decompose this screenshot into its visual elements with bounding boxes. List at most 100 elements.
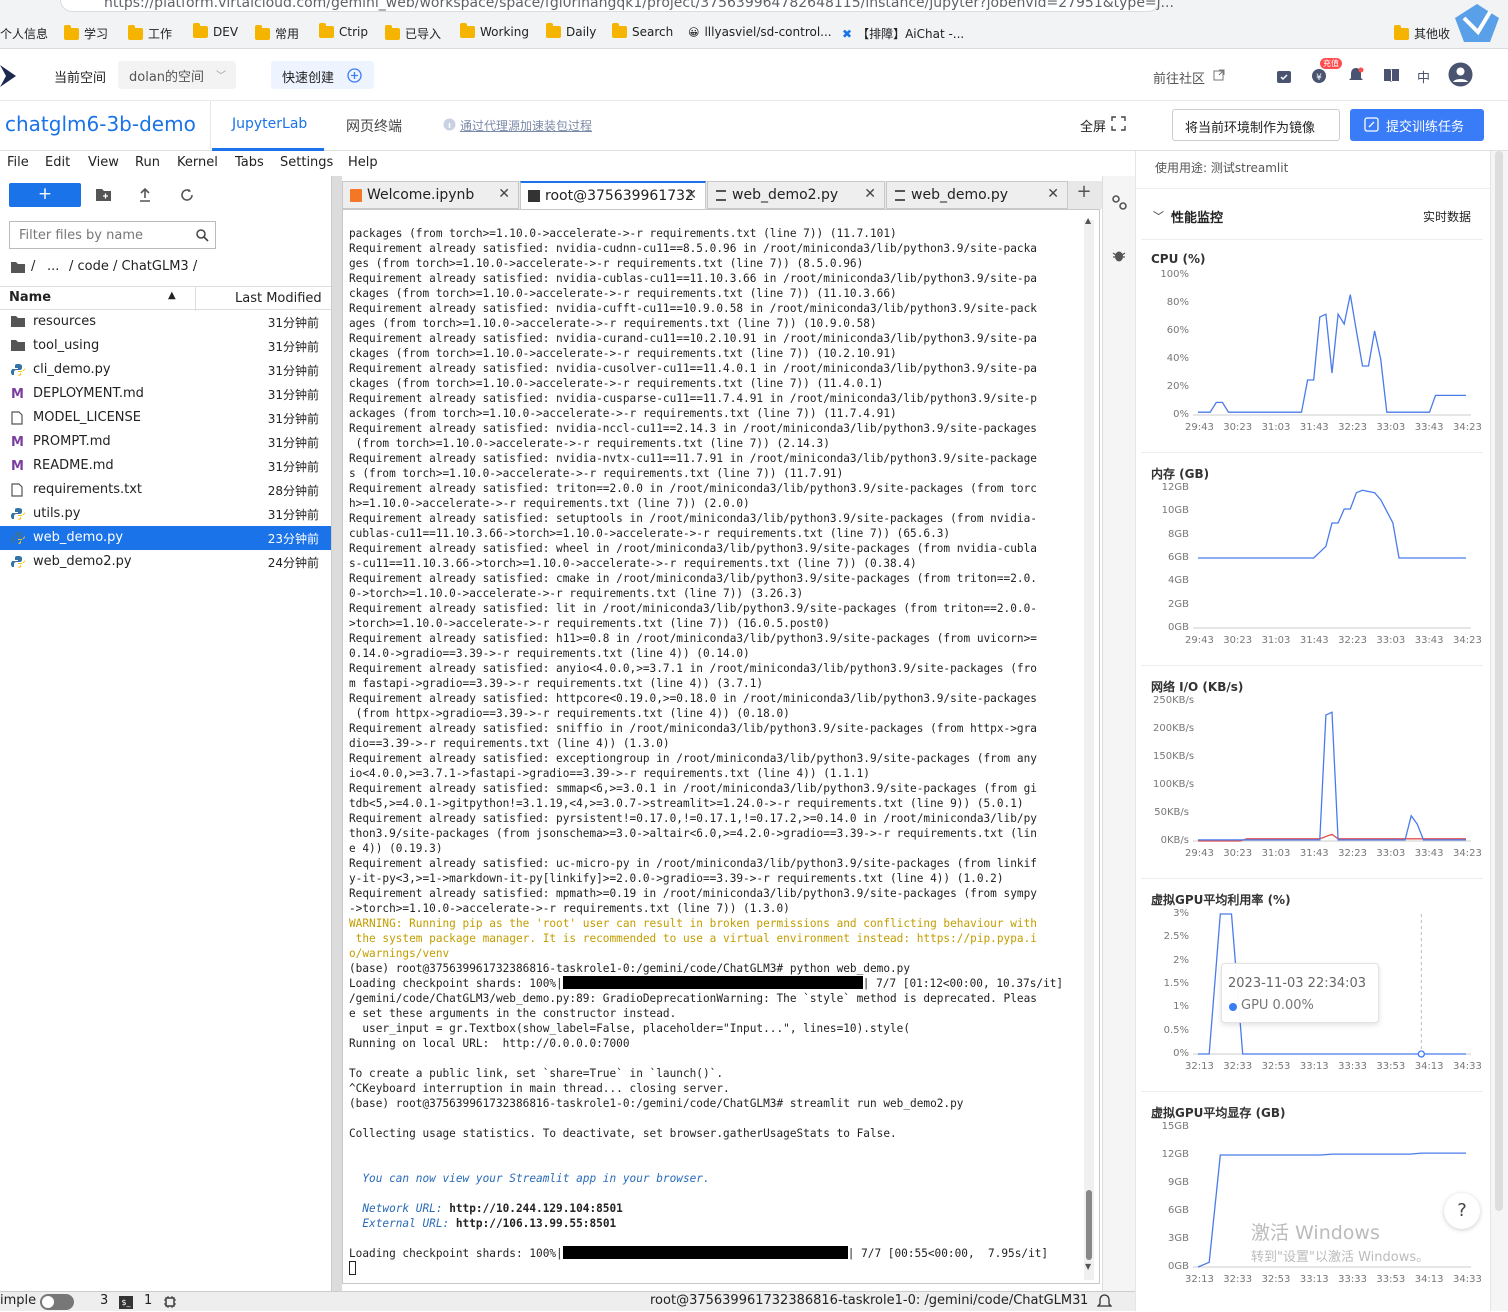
menu-settings[interactable]: Settings	[280, 155, 333, 170]
external-url[interactable]: http://106.13.99.55:8501	[456, 1217, 616, 1230]
debugger-icon[interactable]	[1112, 248, 1126, 263]
file-row[interactable]: web_demo.py 23分钟前	[0, 526, 331, 550]
terminal-line: Requirement already satisfied: nvidia-cu…	[349, 242, 1037, 255]
scrollbar-thumb[interactable]	[1086, 1190, 1092, 1260]
bell-icon[interactable]	[1097, 1294, 1112, 1310]
terminal-line: cublas-cu11==11.10.3.66->torch>=1.10.0->…	[349, 527, 951, 540]
calendar-check-icon[interactable]	[1276, 68, 1292, 84]
close-icon[interactable]: ✕	[685, 187, 697, 203]
breadcrumb-root[interactable]: /	[31, 259, 35, 274]
book-icon[interactable]	[1383, 68, 1400, 82]
terminal-scrollbar[interactable]: ▲ ▼	[1084, 216, 1094, 1280]
bell-icon[interactable]	[1348, 67, 1364, 84]
bookmark-item[interactable]: Ctrip	[319, 23, 368, 39]
page-scrollbar[interactable]	[1490, 151, 1508, 1311]
file-row[interactable]: cli_demo.py 31分钟前	[0, 358, 331, 382]
new-launcher-button[interactable]: +	[9, 183, 81, 207]
column-modified-header[interactable]: Last Modified	[235, 291, 322, 306]
fullscreen-button[interactable]: 全屏	[1080, 116, 1106, 135]
terminal-line: e set these arguments in the constructor…	[349, 1007, 677, 1020]
simple-mode-toggle[interactable]	[40, 1294, 74, 1310]
breadcrumb-ellipsis[interactable]: ...	[47, 259, 59, 274]
bookmark-item[interactable]: ✖ 【排障】AiChat -...	[842, 25, 964, 42]
bookmark-item[interactable]: 工作	[128, 24, 172, 42]
column-name-header[interactable]: Name	[9, 290, 51, 305]
network-url[interactable]: http://10.244.129.104:8501	[449, 1202, 623, 1215]
bookmark-item[interactable]: Working	[460, 23, 529, 39]
chart-plot	[1193, 294, 1471, 416]
panel-splitter[interactable]	[332, 176, 342, 1291]
tab-web-demo[interactable]: web_demo.py ✕	[886, 181, 1068, 209]
chevron-down-icon[interactable]: ﹀	[1153, 208, 1164, 224]
tab-welcome-ipynb[interactable]: Welcome.ipynb ✕	[342, 181, 519, 209]
file-row[interactable]: requirements.txt 28分钟前	[0, 478, 331, 502]
file-row[interactable]: web_demo2.py 24分钟前	[0, 550, 331, 574]
bookmark-item[interactable]: 已导入	[385, 24, 441, 42]
menu-file[interactable]: File	[7, 155, 29, 170]
close-icon[interactable]: ✕	[498, 186, 510, 202]
coin-icon[interactable]: ¥	[1311, 68, 1327, 84]
tab-terminal[interactable]: root@375639961732 ✕	[520, 181, 706, 209]
menu-run[interactable]: Run	[135, 155, 160, 170]
bookmark-item[interactable]: 其他收	[1394, 24, 1450, 42]
bookmark-item[interactable]: 😀 lllyasviel/sd-control...	[688, 25, 832, 39]
new-folder-icon[interactable]	[96, 188, 111, 201]
scroll-up-icon[interactable]: ▲	[1085, 216, 1091, 225]
sort-ascending-icon[interactable]: ▲	[168, 290, 176, 301]
breadcrumb-path[interactable]: / code / ChatGLM3 /	[69, 259, 197, 274]
cpu-chip-icon[interactable]	[163, 1295, 177, 1309]
proxy-hint-link[interactable]: 通过代理源加速装包过程	[460, 117, 592, 134]
close-icon[interactable]: ✕	[864, 186, 876, 202]
scroll-down-icon[interactable]: ▼	[1085, 1262, 1091, 1271]
community-link[interactable]: 前往社区	[1153, 68, 1205, 87]
text-file-icon	[895, 190, 905, 201]
bookmark-item[interactable]: Daily	[546, 23, 596, 39]
address-bar-text[interactable]: https://platform.virtaicloud.com/gemini_…	[104, 0, 1174, 11]
file-row[interactable]: utils.py 31分钟前	[0, 502, 331, 526]
space-select[interactable]: dolan的空间 ﹀	[118, 61, 236, 89]
page-scrollbar-thumb[interactable]	[1495, 151, 1503, 1211]
bookmark-item[interactable]: Search	[612, 23, 673, 39]
bookmark-item[interactable]: 个人信息	[0, 25, 48, 42]
terminal-panel[interactable]: packages (from torch>=1.10.0->accelerate…	[342, 209, 1100, 1284]
make-image-button[interactable]: 将当前环境制作为镜像	[1172, 109, 1340, 141]
refresh-icon[interactable]	[180, 188, 194, 202]
upload-icon[interactable]	[139, 188, 151, 202]
help-button[interactable]: ?	[1444, 1193, 1480, 1229]
file-row[interactable]: M DEPLOYMENT.md 31分钟前	[0, 382, 331, 406]
menu-tabs[interactable]: Tabs	[235, 155, 264, 170]
terminal-icon	[528, 190, 540, 202]
bookmark-item[interactable]: 常用	[255, 24, 299, 42]
add-tab-button[interactable]: +	[1071, 181, 1097, 209]
menu-edit[interactable]: Edit	[45, 155, 70, 170]
bookmark-item[interactable]: 学习	[64, 24, 108, 42]
file-row[interactable]: resources 31分钟前	[0, 310, 331, 334]
property-inspector-icon[interactable]	[1111, 194, 1128, 211]
close-icon[interactable]: ✕	[1047, 186, 1059, 202]
recharge-badge[interactable]: 充值	[1320, 58, 1342, 69]
avatar[interactable]	[1448, 62, 1473, 87]
filter-files-input[interactable]: Filter files by name	[9, 221, 216, 249]
file-row[interactable]: MODEL_LICENSE 31分钟前	[0, 406, 331, 430]
tab-web-terminal[interactable]: 网页终端	[346, 116, 402, 136]
bookmark-item[interactable]: DEV	[193, 23, 238, 39]
progress-line: Loading checkpoint shards: 100%| | 7/7 [0…	[349, 976, 1074, 991]
file-row[interactable]: M README.md 31分钟前	[0, 454, 331, 478]
menu-kernel[interactable]: Kernel	[177, 155, 218, 170]
file-modified: 31分钟前	[267, 388, 319, 402]
bird-extension-icon[interactable]	[1452, 0, 1502, 46]
file-row[interactable]: tool_using 31分钟前	[0, 334, 331, 358]
tab-jupyterlab[interactable]: JupyterLab	[232, 116, 307, 132]
fullscreen-icon[interactable]	[1111, 116, 1126, 131]
submit-training-button[interactable]: 提交训练任务	[1350, 109, 1484, 141]
menu-help[interactable]: Help	[348, 155, 378, 170]
menu-view[interactable]: View	[88, 155, 119, 170]
quick-create-button[interactable]: 快速创建	[271, 61, 374, 89]
terminal-line: 0->torch>=1.10.0->accelerate->-r require…	[349, 587, 804, 600]
language-toggle[interactable]: 中	[1417, 67, 1430, 86]
file-row[interactable]: M PROMPT.md 31分钟前	[0, 430, 331, 454]
tab-web-demo2[interactable]: web_demo2.py ✕	[707, 181, 885, 209]
chart-tooltip: 2023-11-03 22:34:03 GPU 0.00%	[1221, 963, 1379, 1023]
